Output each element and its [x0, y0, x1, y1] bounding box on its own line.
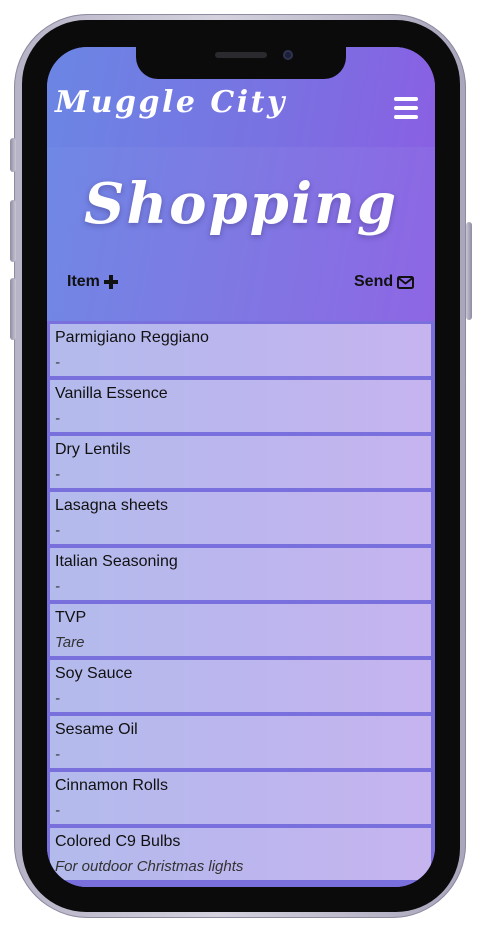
- item-note: -: [55, 354, 60, 371]
- item-name: Vanilla Essence: [55, 385, 168, 402]
- list-item[interactable]: Dry Lentils -: [50, 436, 431, 488]
- app-screen: Muggle City Shopping Item Send Parmigian…: [47, 47, 435, 887]
- item-note: -: [55, 746, 60, 763]
- item-note: Tare: [55, 634, 85, 651]
- item-note: -: [55, 522, 60, 539]
- send-button[interactable]: Send: [354, 273, 415, 291]
- menu-bar-line: [394, 115, 418, 119]
- list-item[interactable]: Colored C9 Bulbs For outdoor Christmas l…: [50, 828, 431, 880]
- speaker-grille: [215, 52, 267, 58]
- list-item[interactable]: Vanilla Essence -: [50, 380, 431, 432]
- menu-bar-line: [394, 97, 418, 101]
- list-item[interactable]: Italian Seasoning -: [50, 548, 431, 600]
- item-note: -: [55, 802, 60, 819]
- item-name: Italian Seasoning: [55, 553, 178, 570]
- list-item[interactable]: Cinnamon Rolls -: [50, 772, 431, 824]
- add-item-button[interactable]: Item: [67, 273, 118, 291]
- menu-bar-line: [394, 106, 418, 110]
- item-note: For outdoor Christmas lights: [55, 858, 244, 875]
- item-name: Dry Lentils: [55, 441, 131, 458]
- silent-switch: [10, 138, 16, 172]
- item-name: Sesame Oil: [55, 721, 138, 738]
- volume-up-button: [10, 200, 16, 262]
- item-note: -: [55, 466, 60, 483]
- item-name: TVP: [55, 609, 87, 626]
- brand-logo[interactable]: Muggle City: [55, 85, 287, 120]
- send-label: Send: [354, 273, 394, 290]
- front-camera: [283, 50, 293, 60]
- hamburger-menu-icon[interactable]: [394, 97, 418, 119]
- item-name: Colored C9 Bulbs: [55, 833, 181, 850]
- add-item-label: Item: [67, 273, 100, 290]
- list-item[interactable]: Lasagna sheets -: [50, 492, 431, 544]
- envelope-icon: [397, 275, 415, 289]
- item-name: Lasagna sheets: [55, 497, 168, 514]
- shopping-list: Parmigiano Reggiano - Vanilla Essence - …: [47, 321, 435, 887]
- power-button: [466, 222, 472, 320]
- plus-icon: [103, 275, 118, 289]
- list-item[interactable]: Soy Sauce -: [50, 660, 431, 712]
- page-header: Shopping Item Send: [47, 147, 435, 321]
- item-name: Soy Sauce: [55, 665, 133, 682]
- volume-down-button: [10, 278, 16, 340]
- item-note: -: [55, 410, 60, 427]
- list-item[interactable]: Sesame Oil -: [50, 716, 431, 768]
- item-name: Cinnamon Rolls: [55, 777, 168, 794]
- list-item[interactable]: Parmigiano Reggiano -: [50, 324, 431, 376]
- item-name: Parmigiano Reggiano: [55, 329, 209, 346]
- page-title: Shopping: [84, 171, 398, 237]
- list-item[interactable]: TVP Tare: [50, 604, 431, 656]
- item-note: -: [55, 690, 60, 707]
- item-note: -: [55, 578, 60, 595]
- camera-notch: [136, 47, 346, 79]
